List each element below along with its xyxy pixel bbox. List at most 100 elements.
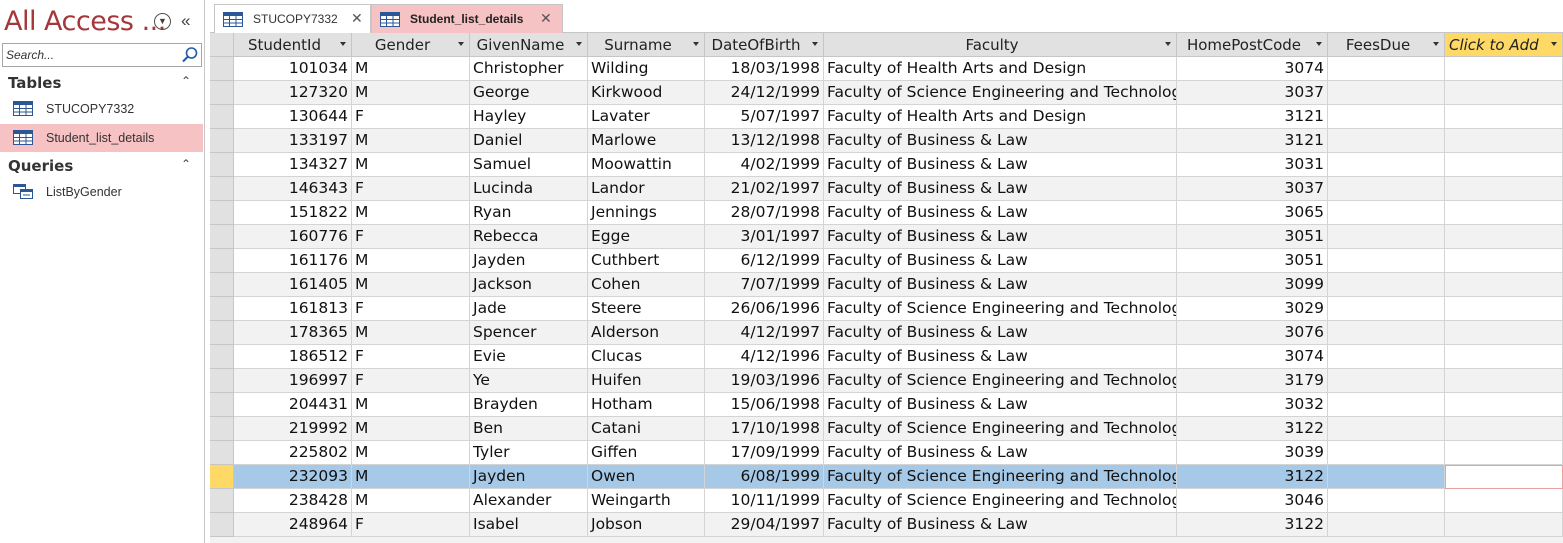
cell-givenname[interactable]: Hayley xyxy=(470,105,588,129)
row-selector[interactable] xyxy=(210,369,234,393)
add-column-cell[interactable] xyxy=(1445,153,1563,177)
add-column-cell[interactable] xyxy=(1445,249,1563,273)
cell-faculty[interactable]: Faculty of Science Engineering and Techn… xyxy=(824,489,1177,513)
cell-studentid[interactable]: 160776 xyxy=(234,225,352,249)
cell-surname[interactable]: Clucas xyxy=(588,345,705,369)
column-header-faculty[interactable]: Faculty xyxy=(824,33,1177,57)
cell-faculty[interactable]: Faculty of Business & Law xyxy=(824,441,1177,465)
row-selector[interactable] xyxy=(210,465,234,489)
cell-faculty[interactable]: Faculty of Business & Law xyxy=(824,321,1177,345)
cell-studentid[interactable]: 161176 xyxy=(234,249,352,273)
cell-faculty[interactable]: Faculty of Business & Law xyxy=(824,513,1177,537)
cell-gender[interactable]: M xyxy=(352,321,470,345)
cell-givenname[interactable]: Jayden xyxy=(470,465,588,489)
cell-givenname[interactable]: Ben xyxy=(470,417,588,441)
cell-dateofbirth[interactable]: 3/01/1997 xyxy=(705,225,824,249)
cell-dateofbirth[interactable]: 4/02/1999 xyxy=(705,153,824,177)
cell-faculty[interactable]: Faculty of Health Arts and Design xyxy=(824,57,1177,81)
cell-givenname[interactable]: Christopher xyxy=(470,57,588,81)
cell-gender[interactable]: M xyxy=(352,273,470,297)
cell-surname[interactable]: Egge xyxy=(588,225,705,249)
cell-surname[interactable]: Catani xyxy=(588,417,705,441)
cell-surname[interactable]: Steere xyxy=(588,297,705,321)
cell-studentid[interactable]: 204431 xyxy=(234,393,352,417)
cell-faculty[interactable]: Faculty of Science Engineering and Techn… xyxy=(824,417,1177,441)
cell-dateofbirth[interactable]: 6/12/1999 xyxy=(705,249,824,273)
add-column-cell[interactable] xyxy=(1445,321,1563,345)
dropdown-arrow-icon[interactable] xyxy=(1165,42,1171,46)
cell-studentid[interactable]: 133197 xyxy=(234,129,352,153)
nav-group-tables[interactable]: Tables ⌃ xyxy=(0,71,205,95)
cell-dateofbirth[interactable]: 28/07/1998 xyxy=(705,201,824,225)
cell-faculty[interactable]: Faculty of Business & Law xyxy=(824,393,1177,417)
cell-dateofbirth[interactable]: 4/12/1996 xyxy=(705,345,824,369)
cell-faculty[interactable]: Faculty of Business & Law xyxy=(824,225,1177,249)
nav-item-listbygender[interactable]: ListByGender xyxy=(0,178,203,206)
cell-gender[interactable]: F xyxy=(352,513,470,537)
close-icon[interactable]: ✕ xyxy=(540,10,552,27)
column-header-givenname[interactable]: GivenName xyxy=(470,33,588,57)
add-column-cell[interactable] xyxy=(1445,417,1563,441)
cell-homepostcode[interactable]: 3122 xyxy=(1177,417,1328,441)
cell-studentid[interactable]: 161813 xyxy=(234,297,352,321)
click-to-add-header[interactable]: Click to Add xyxy=(1445,33,1563,57)
cell-homepostcode[interactable]: 3039 xyxy=(1177,441,1328,465)
add-column-cell[interactable] xyxy=(1445,513,1563,537)
row-selector[interactable] xyxy=(210,249,234,273)
cell-homepostcode[interactable]: 3121 xyxy=(1177,105,1328,129)
cell-studentid[interactable]: 248964 xyxy=(234,513,352,537)
cell-feesdue[interactable] xyxy=(1328,201,1445,225)
cell-gender[interactable]: M xyxy=(352,129,470,153)
cell-feesdue[interactable] xyxy=(1328,249,1445,273)
cell-dateofbirth[interactable]: 24/12/1999 xyxy=(705,81,824,105)
cell-homepostcode[interactable]: 3029 xyxy=(1177,297,1328,321)
cell-studentid[interactable]: 196997 xyxy=(234,369,352,393)
cell-faculty[interactable]: Faculty of Business & Law xyxy=(824,177,1177,201)
cell-surname[interactable]: Huifen xyxy=(588,369,705,393)
cell-feesdue[interactable] xyxy=(1328,417,1445,441)
add-column-cell[interactable] xyxy=(1445,465,1563,489)
cell-homepostcode[interactable]: 3046 xyxy=(1177,489,1328,513)
row-selector[interactable] xyxy=(210,393,234,417)
chevron-up-icon[interactable]: ⌃ xyxy=(181,157,191,171)
add-column-cell[interactable] xyxy=(1445,369,1563,393)
dropdown-arrow-icon[interactable] xyxy=(576,42,582,46)
cell-faculty[interactable]: Faculty of Science Engineering and Techn… xyxy=(824,297,1177,321)
add-column-cell[interactable] xyxy=(1445,297,1563,321)
cell-givenname[interactable]: Daniel xyxy=(470,129,588,153)
cell-gender[interactable]: F xyxy=(352,369,470,393)
row-selector[interactable] xyxy=(210,177,234,201)
cell-givenname[interactable]: Ye xyxy=(470,369,588,393)
dropdown-arrow-icon[interactable] xyxy=(693,42,699,46)
nav-menu-dropdown-icon[interactable]: ▼ xyxy=(154,13,171,30)
cell-studentid[interactable]: 232093 xyxy=(234,465,352,489)
cell-dateofbirth[interactable]: 26/06/1996 xyxy=(705,297,824,321)
cell-surname[interactable]: Cohen xyxy=(588,273,705,297)
cell-homepostcode[interactable]: 3099 xyxy=(1177,273,1328,297)
cell-homepostcode[interactable]: 3037 xyxy=(1177,81,1328,105)
cell-feesdue[interactable] xyxy=(1328,465,1445,489)
add-column-cell[interactable] xyxy=(1445,225,1563,249)
cell-gender[interactable]: M xyxy=(352,417,470,441)
cell-homepostcode[interactable]: 3121 xyxy=(1177,129,1328,153)
cell-dateofbirth[interactable]: 13/12/1998 xyxy=(705,129,824,153)
cell-studentid[interactable]: 219992 xyxy=(234,417,352,441)
cell-surname[interactable]: Alderson xyxy=(588,321,705,345)
cell-homepostcode[interactable]: 3122 xyxy=(1177,465,1328,489)
cell-givenname[interactable]: George xyxy=(470,81,588,105)
cell-feesdue[interactable] xyxy=(1328,489,1445,513)
close-icon[interactable]: ✕ xyxy=(351,10,363,27)
cell-feesdue[interactable] xyxy=(1328,273,1445,297)
cell-feesdue[interactable] xyxy=(1328,105,1445,129)
row-selector[interactable] xyxy=(210,225,234,249)
cell-feesdue[interactable] xyxy=(1328,441,1445,465)
cell-gender[interactable]: M xyxy=(352,201,470,225)
cell-dateofbirth[interactable]: 6/08/1999 xyxy=(705,465,824,489)
cell-homepostcode[interactable]: 3074 xyxy=(1177,57,1328,81)
cell-surname[interactable]: Kirkwood xyxy=(588,81,705,105)
cell-studentid[interactable]: 146343 xyxy=(234,177,352,201)
dropdown-arrow-icon[interactable] xyxy=(1433,42,1439,46)
cell-dateofbirth[interactable]: 17/10/1998 xyxy=(705,417,824,441)
cell-homepostcode[interactable]: 3179 xyxy=(1177,369,1328,393)
cell-dateofbirth[interactable]: 17/09/1999 xyxy=(705,441,824,465)
